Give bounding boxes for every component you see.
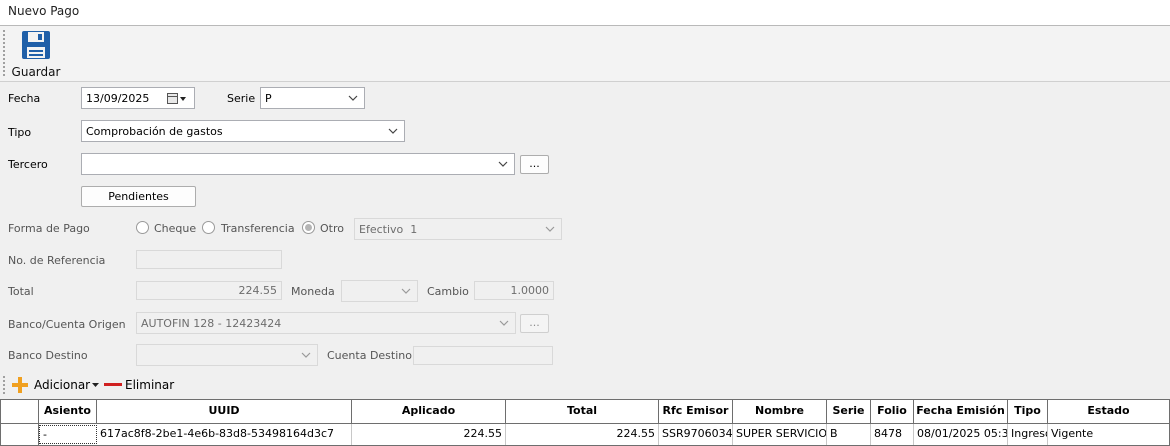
minus-icon (104, 383, 122, 386)
table-cell[interactable]: 8478 (871, 424, 914, 445)
table-cell[interactable]: Ingreso (1008, 424, 1048, 445)
serie-label: Serie (227, 92, 256, 105)
table-cell[interactable]: 08/01/2025 05:37 (914, 424, 1008, 445)
table-cell[interactable]: 617ac8f8-2be1-4e6b-83d8-53498164d3c7 (97, 424, 352, 445)
cheque-radio[interactable] (136, 221, 149, 234)
cheque-radio-label[interactable]: Cheque (154, 222, 196, 235)
column-header[interactable]: Asiento (39, 400, 97, 424)
column-header[interactable]: Fecha Emisión (914, 400, 1008, 424)
banco-origen-select[interactable]: AUTOFIN 128 - 12423424 (136, 312, 516, 334)
banco-origen-browse-button[interactable]: ... (520, 314, 549, 333)
banco-origen-value: AUTOFIN 128 - 12423424 (141, 317, 282, 330)
chevron-down-icon (401, 288, 411, 294)
floppy-disk-icon (22, 31, 50, 59)
add-button[interactable]: Adicionar (11, 375, 101, 395)
cambio-label: Cambio (427, 285, 469, 298)
tercero-label: Tercero (8, 158, 48, 171)
pendientes-button[interactable]: Pendientes (81, 186, 196, 207)
forma-pago-select[interactable]: Efectivo 1 (354, 218, 562, 240)
table-cell[interactable]: Vigente (1048, 424, 1169, 445)
transferencia-radio[interactable] (202, 221, 215, 234)
table-cell[interactable]: B (827, 424, 871, 445)
dropdown-arrow-icon[interactable] (92, 383, 99, 388)
chevron-down-icon (301, 352, 311, 358)
main-toolbar: Guardar (0, 26, 1170, 82)
chevron-down-icon (499, 320, 509, 326)
table-cell[interactable]: 224.55 (352, 424, 506, 445)
banco-origen-label: Banco/Cuenta Origen (8, 318, 126, 331)
serie-select[interactable]: P (260, 87, 365, 109)
tercero-select[interactable] (81, 153, 515, 175)
column-header[interactable]: Tipo (1008, 400, 1048, 424)
moneda-select[interactable] (341, 280, 418, 302)
table-cell[interactable]: - (39, 425, 97, 444)
chevron-down-icon (545, 226, 555, 232)
grid-toolbar-grip[interactable] (3, 376, 5, 394)
column-header[interactable]: Nombre (733, 400, 827, 424)
cambio-value: 1.0000 (510, 284, 550, 297)
cuenta-destino-input[interactable] (413, 346, 553, 365)
table-cell[interactable]: SSR9706034 (659, 424, 733, 445)
banco-destino-select[interactable] (136, 344, 318, 366)
row-header[interactable] (1, 424, 39, 445)
tipo-value: Comprobación de gastos (86, 125, 223, 138)
tipo-select[interactable]: Comprobación de gastos (81, 120, 405, 142)
table-cell[interactable]: 224.55 (506, 424, 659, 445)
tercero-browse-button[interactable]: ... (520, 155, 549, 174)
serie-value: P (265, 92, 272, 105)
save-button-label: Guardar (11, 65, 61, 79)
window-titlebar: Nuevo Pago (0, 0, 1170, 26)
window-title: Nuevo Pago (8, 4, 80, 18)
remove-button-label: Eliminar (125, 378, 175, 392)
calendar-icon[interactable] (167, 93, 189, 105)
banco-destino-label: Banco Destino (8, 349, 88, 362)
column-header[interactable]: Aplicado (352, 400, 506, 424)
forma-pago-label: Forma de Pago (8, 222, 90, 235)
fecha-label: Fecha (8, 92, 41, 105)
chevron-down-icon (348, 95, 358, 101)
add-button-label: Adicionar (34, 378, 91, 392)
transferencia-radio-label[interactable]: Transferencia (221, 222, 295, 235)
fecha-value: 13/09/2025 (86, 92, 150, 105)
chevron-down-icon (388, 128, 398, 134)
save-button[interactable]: Guardar (10, 28, 62, 80)
total-label: Total (8, 285, 34, 298)
otro-radio[interactable] (302, 221, 315, 234)
total-value: 224.55 (238, 284, 278, 297)
plus-icon (12, 377, 28, 393)
total-input[interactable]: 224.55 (136, 281, 282, 300)
referencia-input[interactable] (136, 250, 282, 269)
row-header-corner (1, 400, 39, 424)
tipo-label: Tipo (8, 126, 32, 139)
cambio-input[interactable]: 1.0000 (474, 281, 554, 300)
referencia-label: No. de Referencia (8, 254, 106, 267)
forma-pago-value: Efectivo 1 (359, 223, 418, 236)
table-cell[interactable]: SUPER SERVICIO (733, 424, 827, 445)
remove-button[interactable]: Eliminar (104, 375, 176, 395)
otro-radio-label[interactable]: Otro (320, 222, 344, 235)
cuenta-destino-label: Cuenta Destino (327, 349, 412, 362)
column-header[interactable]: UUID (97, 400, 352, 424)
column-header[interactable]: Estado (1048, 400, 1169, 424)
chevron-down-icon (498, 161, 508, 167)
column-header[interactable]: Folio (871, 400, 914, 424)
moneda-label: Moneda (291, 285, 335, 298)
column-header[interactable]: Serie (827, 400, 871, 424)
column-header[interactable]: Rfc Emisor (659, 400, 733, 424)
fecha-date-picker[interactable]: 13/09/2025 (81, 87, 195, 109)
toolbar-grip[interactable] (3, 30, 5, 76)
column-header[interactable]: Total (506, 400, 659, 424)
payments-table: Asiento UUID Aplicado Total Rfc Emisor N… (0, 399, 1170, 446)
